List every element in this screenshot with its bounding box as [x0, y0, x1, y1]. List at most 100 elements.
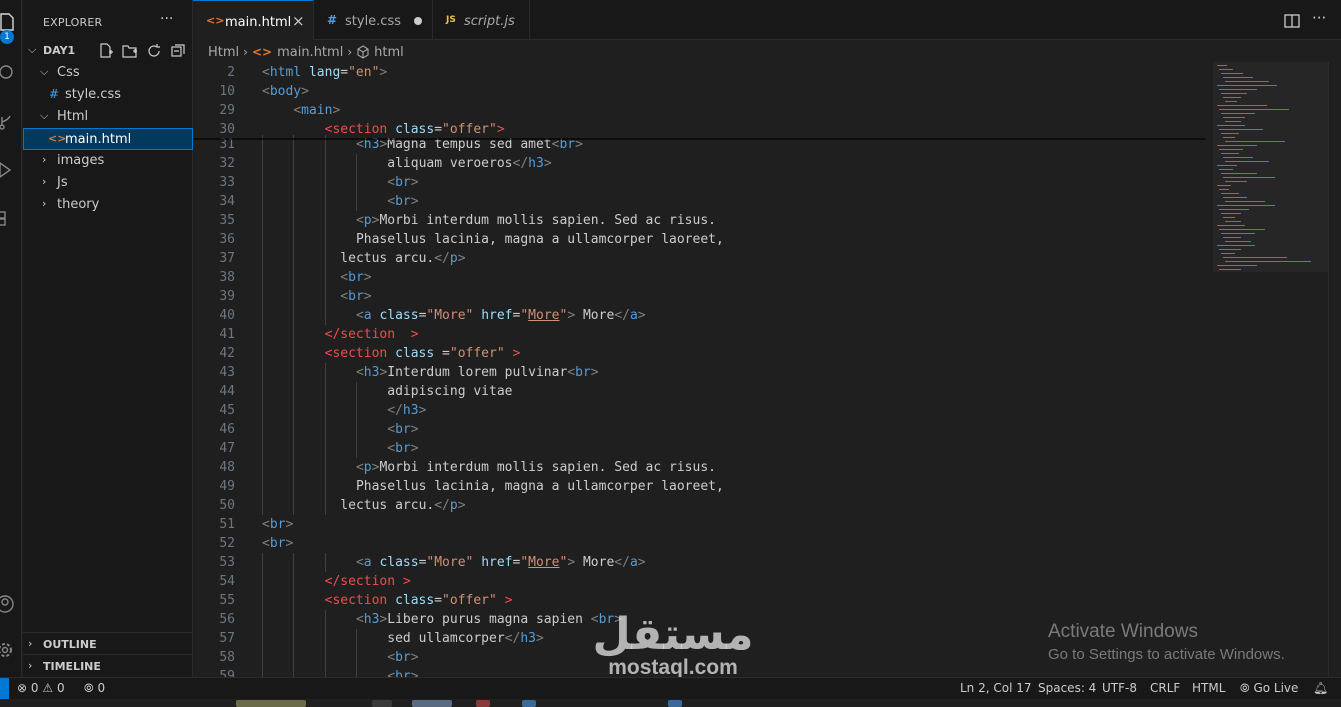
code-line[interactable]: 52 <br>	[193, 534, 1203, 553]
code-line[interactable]: 50 lectus arcu.</p>	[193, 496, 1203, 515]
go-live-button[interactable]: ⦾ Go Live	[1240, 681, 1298, 696]
minimap-line	[1219, 269, 1241, 270]
tab-main-html[interactable]: <> main.html ×	[193, 0, 314, 40]
vertical-scrollbar[interactable]	[1328, 62, 1341, 677]
indent-guide	[293, 420, 295, 439]
code-line[interactable]: 34 <br>	[193, 192, 1203, 211]
settings-gear-icon[interactable]	[0, 640, 18, 660]
tree-folder-theory[interactable]: › theory	[23, 194, 193, 216]
refresh-icon[interactable]	[146, 43, 162, 59]
taskbar-item[interactable]	[372, 700, 392, 707]
errors-status[interactable]: ⊗ 0 ⚠ 0	[17, 681, 65, 695]
tree-folder-html[interactable]: ⌵ Html	[23, 106, 193, 128]
code-line[interactable]: 38 <br>	[193, 268, 1203, 287]
code-line[interactable]: 37 lectus arcu.</p>	[193, 249, 1203, 268]
workspace-folder[interactable]: ⌵ DAY1	[23, 40, 193, 62]
sticky-code-line[interactable]: 29 <main>	[193, 101, 1203, 120]
chevron-right-icon: ›	[42, 153, 47, 166]
code-line[interactable]: 49 Phasellus lacinia, magna a ullamcorper…	[193, 477, 1203, 496]
tree-file-main-html[interactable]: <> main.html	[23, 128, 193, 150]
code-line[interactable]: 43 <h3>Interdum lorem pulvinar<br>	[193, 363, 1203, 382]
language-mode[interactable]: HTML	[1192, 681, 1225, 695]
tab-script-js[interactable]: JS script.js	[433, 0, 530, 40]
line-number: 35	[219, 213, 235, 228]
code-line[interactable]: 53 <a class="More" href="More"> More</a>	[193, 553, 1203, 572]
taskbar-item[interactable]	[668, 700, 682, 707]
ports-status[interactable]: ⦾ 0	[84, 681, 105, 696]
search-icon[interactable]	[0, 62, 18, 82]
run-debug-icon[interactable]	[0, 160, 18, 180]
outline-section[interactable]: › OUTLINE	[23, 632, 193, 654]
minimap[interactable]	[1213, 62, 1328, 272]
encoding-status[interactable]: UTF-8	[1102, 681, 1137, 695]
code-line[interactable]: 35 <p>Morbi interdum mollis sapien. Sed a…	[193, 211, 1203, 230]
editor-more-icon[interactable]: ···	[1312, 9, 1326, 27]
notifications-bell-icon[interactable]: 🔔︎	[1313, 681, 1328, 695]
tree-folder-js[interactable]: › Js	[23, 172, 193, 194]
accounts-icon[interactable]	[0, 594, 18, 614]
new-file-icon[interactable]	[98, 43, 114, 59]
eol-status[interactable]: CRLF	[1150, 681, 1180, 695]
tree-file-style-css[interactable]: # style.css	[23, 84, 193, 106]
taskbar-item[interactable]	[476, 700, 490, 707]
code-line[interactable]: 47 <br>	[193, 439, 1203, 458]
indent-guide	[262, 458, 263, 477]
code-line[interactable]: 45 </h3>	[193, 401, 1203, 420]
indent-guide	[262, 496, 263, 515]
tab-style-css[interactable]: # style.css	[314, 0, 433, 40]
minimap-line	[1223, 177, 1275, 178]
tree-folder-css[interactable]: ⌵ Css	[23, 62, 193, 84]
code-line[interactable]: 32 aliquam veroeros</h3>	[193, 154, 1203, 173]
close-icon[interactable]: ×	[292, 12, 305, 30]
tab-label: style.css	[345, 14, 401, 29]
minimap-line	[1223, 237, 1241, 238]
remote-indicator[interactable]	[0, 678, 9, 700]
indent-guide	[293, 211, 295, 230]
explorer-more-icon[interactable]: ···	[160, 11, 173, 27]
code-text: <br>	[387, 194, 419, 209]
code-line[interactable]: 44 adipiscing vitae	[193, 382, 1203, 401]
explorer-files-icon[interactable]	[0, 12, 18, 32]
sticky-code-line[interactable]: 2 <html lang="en">	[193, 63, 1203, 82]
code-line[interactable]: 55 <section class="offer" >	[193, 591, 1203, 610]
indent-guide	[355, 192, 357, 211]
taskbar-item[interactable]	[522, 700, 536, 707]
source-control-icon[interactable]	[0, 112, 18, 132]
code-line[interactable]: 42 <section class ="offer" >	[193, 344, 1203, 363]
breadcrumb-item[interactable]: Html	[208, 45, 239, 60]
extensions-icon[interactable]	[0, 208, 18, 228]
minimap-line	[1217, 225, 1245, 226]
timeline-section[interactable]: › TIMELINE	[23, 654, 193, 676]
code-line[interactable]: 33 <br>	[193, 173, 1203, 192]
code-line[interactable]: 40 <a class="More" href="More"> More</a>	[193, 306, 1203, 325]
breadcrumb-item[interactable]: main.html	[277, 45, 343, 60]
indent-guide	[324, 553, 326, 572]
code-line[interactable]: 46 <br>	[193, 420, 1203, 439]
indent-guide	[324, 629, 326, 648]
code-line[interactable]: 51 <br>	[193, 515, 1203, 534]
code-line[interactable]: 54 </section >	[193, 572, 1203, 591]
code-text: <h3>Interdum lorem pulvinar<br>	[355, 365, 599, 380]
indent-guide	[293, 629, 295, 648]
sticky-code-line[interactable]: 10 <body>	[193, 82, 1203, 101]
code-line[interactable]: 36 Phasellus lacinia, magna a ullamcorper…	[193, 230, 1203, 249]
new-folder-icon[interactable]	[122, 43, 138, 59]
indentation-status[interactable]: Spaces: 4	[1038, 681, 1096, 695]
split-editor-icon[interactable]	[1284, 14, 1300, 28]
code-editor[interactable]: 2 <html lang="en"> 10 <body> 29 <main> 30 <sect…	[193, 62, 1341, 677]
cursor-position[interactable]: Ln 2, Col 17	[960, 681, 1032, 695]
code-text: </h3>	[387, 403, 427, 418]
minimap-line	[1219, 189, 1229, 190]
code-line[interactable]: 41 </section >	[193, 325, 1203, 344]
breadcrumb-item[interactable]: html	[374, 45, 404, 60]
html-file-icon: <>	[48, 132, 67, 145]
collapse-all-icon[interactable]	[170, 43, 186, 59]
unsaved-dot-icon[interactable]	[414, 17, 422, 25]
code-line[interactable]: 39 <br>	[193, 287, 1203, 306]
tree-folder-images[interactable]: › images	[23, 150, 193, 172]
indent-guide	[262, 344, 263, 363]
taskbar-item[interactable]	[412, 700, 452, 707]
code-line[interactable]: 48 <p>Morbi interdum mollis sapien. Sed a…	[193, 458, 1203, 477]
indent-guide	[355, 401, 357, 420]
taskbar-item[interactable]	[236, 700, 306, 707]
